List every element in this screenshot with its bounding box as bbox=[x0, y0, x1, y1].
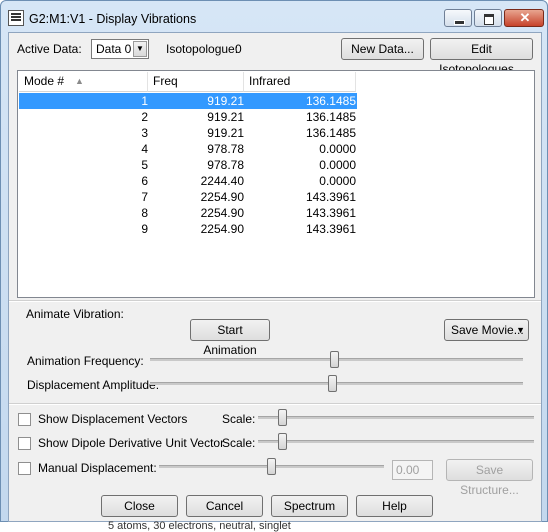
divider bbox=[9, 403, 541, 405]
infrared-cell: 136.1485 bbox=[305, 126, 356, 140]
display-vibrations-window: G2:M1:V1 - Display Vibrations ✕ Active D… bbox=[0, 0, 548, 522]
isotopologue-label: Isotopologue: bbox=[166, 42, 239, 56]
freq-cell: 2254.90 bbox=[200, 190, 244, 204]
spectrum-button[interactable]: Spectrum bbox=[271, 495, 348, 517]
active-data-value: Data 0 bbox=[96, 42, 132, 56]
minimize-button[interactable] bbox=[444, 9, 472, 27]
displacement-amplitude-slider[interactable] bbox=[328, 375, 337, 392]
freq-cell: 2254.90 bbox=[200, 222, 244, 236]
vibration-mode-table[interactable]: Mode # ▲ Freq Infrared 1 919.21 136.1485 2 9… bbox=[17, 70, 535, 298]
mode-cell: 8 bbox=[141, 206, 148, 220]
column-header-mode[interactable]: Mode # ▲ bbox=[19, 72, 148, 92]
dropdown-arrow-icon: ▼ bbox=[516, 325, 525, 335]
animation-frequency-label: Animation Frequency: bbox=[27, 354, 144, 368]
help-button[interactable]: Help bbox=[356, 495, 433, 517]
window-title: G2:M1:V1 - Display Vibrations bbox=[29, 12, 197, 26]
animate-vibration-label: Animate Vibration: bbox=[26, 307, 124, 321]
minimize-icon bbox=[454, 20, 465, 25]
column-header-freq[interactable]: Freq bbox=[148, 72, 244, 92]
sort-ascending-icon: ▲ bbox=[75, 76, 84, 86]
freq-cell: 2254.90 bbox=[200, 206, 244, 220]
dipole-scale-track[interactable] bbox=[258, 440, 534, 443]
title-bar[interactable]: G2:M1:V1 - Display Vibrations ✕ bbox=[1, 1, 547, 31]
table-row[interactable]: 6 2244.40 0.0000 bbox=[19, 173, 357, 189]
freq-cell: 2244.40 bbox=[200, 174, 244, 188]
displacement-scale-slider[interactable] bbox=[278, 409, 287, 426]
app-icon bbox=[8, 10, 24, 26]
dropdown-arrow-icon[interactable]: ▼ bbox=[133, 41, 147, 57]
show-displacement-vectors-label: Show Displacement Vectors bbox=[38, 412, 188, 426]
column-header-mode-label: Mode # bbox=[24, 74, 65, 88]
start-animation-button[interactable]: Start Animation bbox=[190, 319, 270, 357]
cancel-button[interactable]: Cancel bbox=[186, 495, 263, 517]
animation-frequency-slider[interactable] bbox=[330, 351, 339, 368]
mode-cell: 2 bbox=[141, 110, 148, 124]
divider bbox=[9, 300, 541, 302]
mode-cell: 5 bbox=[141, 158, 148, 172]
table-row[interactable]: 9 2254.90 143.3961 bbox=[19, 221, 357, 237]
freq-cell: 919.21 bbox=[207, 126, 244, 140]
displacement-scale-track[interactable] bbox=[258, 416, 534, 419]
mode-cell: 4 bbox=[141, 142, 148, 156]
table-row[interactable]: 5 978.78 0.0000 bbox=[19, 157, 357, 173]
edit-isotopologues-button[interactable]: Edit Isotopologues... bbox=[430, 38, 533, 76]
infrared-cell: 143.3961 bbox=[305, 206, 356, 220]
table-row[interactable]: 1 919.21 136.1485 bbox=[19, 93, 357, 109]
maximize-icon bbox=[484, 14, 494, 25]
isotopologue-value: 0 bbox=[235, 42, 242, 56]
manual-displacement-label: Manual Displacement: bbox=[38, 461, 157, 475]
mode-cell: 3 bbox=[141, 126, 148, 140]
table-row[interactable]: 7 2254.90 143.3961 bbox=[19, 189, 357, 205]
table-row[interactable]: 3 919.21 136.1485 bbox=[19, 125, 357, 141]
active-data-label: Active Data: bbox=[17, 42, 82, 56]
status-bar-text: 5 atoms, 30 electrons, neutral, singlet bbox=[108, 520, 291, 532]
save-movie-button[interactable]: Save Movie... ▼ bbox=[444, 319, 529, 341]
window-close-button[interactable]: ✕ bbox=[504, 9, 544, 27]
close-button[interactable]: Close bbox=[101, 495, 178, 517]
active-data-select[interactable]: Data 0 ▼ bbox=[91, 39, 149, 59]
manual-displacement-checkbox[interactable] bbox=[18, 462, 31, 475]
dipole-scale-slider[interactable] bbox=[278, 433, 287, 450]
table-row[interactable]: 2 919.21 136.1485 bbox=[19, 109, 357, 125]
mode-cell: 9 bbox=[141, 222, 148, 236]
dialog-client-area: Active Data: Data 0 ▼ Isotopologue: 0 Ne… bbox=[8, 32, 542, 522]
dipole-scale-label: Scale: bbox=[222, 436, 256, 450]
maximize-button[interactable] bbox=[474, 9, 502, 27]
column-header-infrared[interactable]: Infrared bbox=[244, 72, 356, 92]
freq-cell: 978.78 bbox=[207, 158, 244, 172]
mode-cell: 1 bbox=[141, 94, 148, 108]
manual-displacement-value[interactable]: 0.00 bbox=[392, 460, 433, 480]
mode-cell: 7 bbox=[141, 190, 148, 204]
freq-cell: 919.21 bbox=[207, 94, 244, 108]
show-displacement-vectors-checkbox[interactable] bbox=[18, 413, 31, 426]
table-row[interactable]: 8 2254.90 143.3961 bbox=[19, 205, 357, 221]
freq-cell: 978.78 bbox=[207, 142, 244, 156]
displacement-scale-label: Scale: bbox=[222, 412, 256, 426]
table-row[interactable]: 4 978.78 0.0000 bbox=[19, 141, 357, 157]
save-structure-button[interactable]: Save Structure... bbox=[446, 459, 533, 497]
infrared-cell: 136.1485 bbox=[305, 110, 356, 124]
infrared-cell: 0.0000 bbox=[319, 142, 356, 156]
infrared-cell: 136.1485 bbox=[305, 94, 356, 108]
infrared-cell: 143.3961 bbox=[305, 222, 356, 236]
infrared-cell: 143.3961 bbox=[305, 190, 356, 204]
close-icon: ✕ bbox=[519, 10, 531, 25]
save-movie-label: Save Movie... bbox=[451, 323, 524, 337]
infrared-cell: 0.0000 bbox=[319, 174, 356, 188]
new-data-button[interactable]: New Data... bbox=[341, 38, 424, 60]
show-dipole-vector-checkbox[interactable] bbox=[18, 437, 31, 450]
freq-cell: 919.21 bbox=[207, 110, 244, 124]
mode-cell: 6 bbox=[141, 174, 148, 188]
show-dipole-vector-label: Show Dipole Derivative Unit Vector bbox=[38, 436, 225, 450]
manual-displacement-slider[interactable] bbox=[267, 458, 276, 475]
infrared-cell: 0.0000 bbox=[319, 158, 356, 172]
displacement-amplitude-label: Displacement Amplitude: bbox=[27, 378, 160, 392]
